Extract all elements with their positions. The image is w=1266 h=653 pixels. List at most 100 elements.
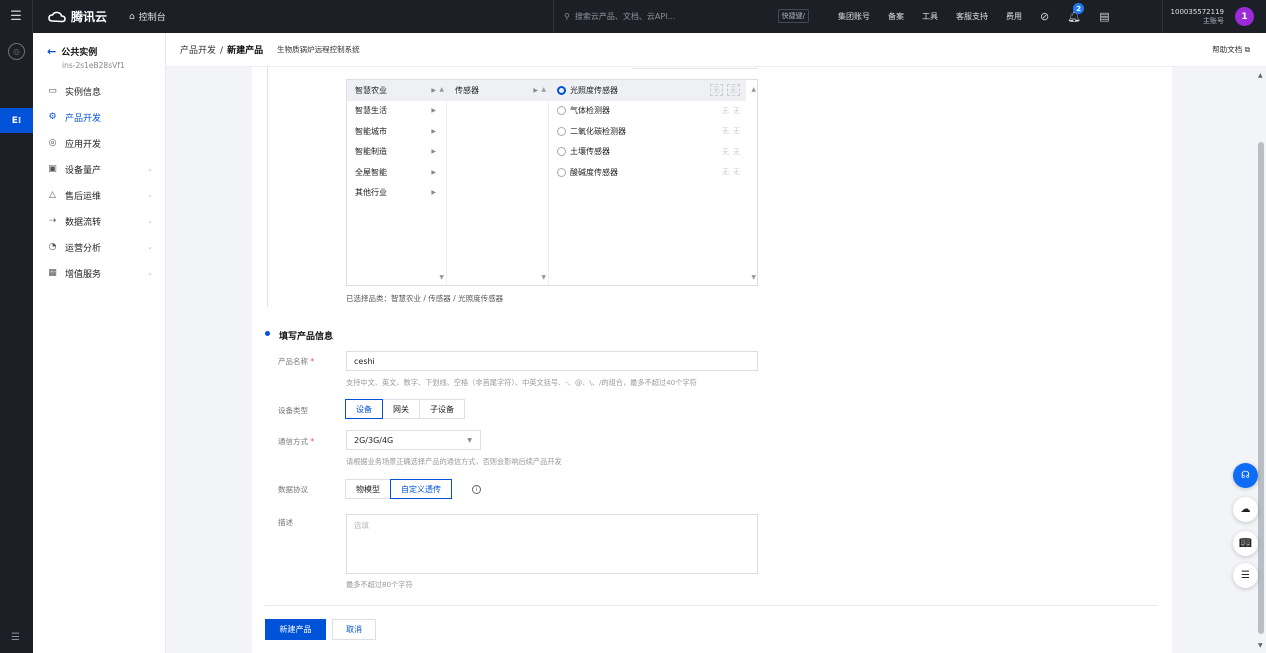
book-icon[interactable]: 📖︎ <box>1233 531 1258 556</box>
cascader-option[interactable]: 土壤传感器 无无 <box>549 142 758 163</box>
sidebar-item-label: 运营分析 <box>65 243 102 254</box>
name-label-text: 产品名称 <box>278 357 308 366</box>
sidebar-item-product-dev[interactable]: ⚙ 产品开发 <box>33 104 165 130</box>
chevron-right-icon: ▶ <box>431 148 436 156</box>
cascader-option[interactable]: 智慧生活 ▶ <box>347 101 446 122</box>
scroll-down-icon[interactable]: ▼ <box>439 274 444 281</box>
option-label: 智能城市 <box>355 126 387 136</box>
sidebar-item-instance-info[interactable]: ▭ 实例信息 <box>33 78 165 104</box>
page-header: 产品开发 / 新建产品 生物质锅炉远程控制系统 帮助文档 ⧉ <box>166 33 1266 67</box>
iot-explorer-icon[interactable]: E⁞ <box>0 108 33 133</box>
product-name-input[interactable]: ceshi <box>346 351 758 371</box>
help-doc-link[interactable]: 帮助文档 ⧉ <box>1212 44 1250 55</box>
scroll-up-icon[interactable]: ▲ <box>541 86 546 93</box>
scroll-up-icon[interactable]: ▲ <box>1258 72 1263 79</box>
protocol-thing-model[interactable]: 物模型 <box>345 479 391 499</box>
radio-icon <box>557 126 566 136</box>
sidebar-item-value-added[interactable]: ▦ 增值服务 ⌄ <box>33 260 165 286</box>
name-label: 产品名称 * <box>278 356 314 367</box>
avatar[interactable]: 1 <box>1235 7 1254 26</box>
breadcrumb-parent[interactable]: 产品开发 <box>180 46 216 56</box>
brand-logo[interactable]: 腾讯云 <box>48 8 107 25</box>
bell-icon[interactable]: 🔔︎ 2 <box>1067 3 1085 23</box>
required-mark: * <box>310 357 315 366</box>
step-line <box>267 67 268 307</box>
cascader-option[interactable]: 传感器 ▶ <box>447 80 548 101</box>
scroll-up-icon[interactable]: ▲ <box>751 86 756 93</box>
desc-hint: 最多不超过80个字符 <box>346 580 413 589</box>
billing-link[interactable]: 费用 <box>1006 11 1022 22</box>
cascader-level-3: 光照度传感器无无 气体检测器无无 二氧化碳检测器无无 土壤传感器无无 酸碱度传感… <box>549 80 758 285</box>
sidebar-item-app-dev[interactable]: ◎ 应用开发 <box>33 130 165 156</box>
tag: 无 <box>710 84 723 97</box>
cascader-option[interactable]: 智能制造 ▶ <box>347 142 446 163</box>
device-type-subdevice[interactable]: 子设备 <box>419 399 465 419</box>
chip-icon: ▣ <box>48 164 57 174</box>
customer-service-icon[interactable]: ☊ <box>1233 463 1258 488</box>
cascader-option[interactable]: 其他行业 ▶ <box>347 183 446 204</box>
account-info[interactable]: 100035572119 主账号 <box>1162 0 1224 33</box>
scrollbar-thumb[interactable] <box>1258 142 1264 634</box>
collapse-icon[interactable]: ☰ <box>11 632 20 643</box>
cancel-button[interactable]: 取消 <box>332 619 376 640</box>
console-label: 控制台 <box>138 13 166 23</box>
group-account-link[interactable]: 集团账号 <box>838 11 870 22</box>
divider <box>264 605 1158 606</box>
scroll-down-icon[interactable]: ▼ <box>541 274 546 281</box>
description-textarea[interactable]: 选填 <box>346 514 758 574</box>
create-product-button[interactable]: 新建产品 <box>265 619 326 640</box>
option-label: 智能制造 <box>355 147 387 157</box>
tools-link[interactable]: 工具 <box>922 11 938 22</box>
console-link[interactable]: ⌂ 控制台 <box>129 10 166 24</box>
device-type-device[interactable]: 设备 <box>345 399 383 419</box>
cascader-option[interactable]: 光照度传感器 无无 <box>549 80 746 101</box>
global-search[interactable]: ⚲ 搜索云产品、文档、云API... 快捷键/ <box>553 0 813 33</box>
scroll-down-icon[interactable]: ▼ <box>1258 642 1263 649</box>
cascader-option[interactable]: 气体检测器 无无 <box>549 101 758 122</box>
system-name: 生物质锅炉远程控制系统 <box>277 45 360 54</box>
message-icon[interactable]: ▤ <box>1099 10 1109 23</box>
tag: 无 <box>733 127 740 136</box>
tag: 无 <box>733 168 740 177</box>
sidebar-header: ← 公共实例 ins-2s1eB28sVf1 <box>33 33 165 78</box>
section-title: 填写产品信息 <box>279 332 334 342</box>
menu-icon[interactable]: ☰ <box>0 0 33 33</box>
cascader-option[interactable]: 酸碱度传感器 无无 <box>549 162 758 183</box>
sidebar-item-mass-production[interactable]: ▣ 设备量产 ⌄ <box>33 156 165 182</box>
option-label: 气体检测器 <box>570 106 610 116</box>
sidebar-item-label: 增值服务 <box>65 269 102 280</box>
protocol-custom[interactable]: 自定义透传 <box>390 479 452 499</box>
cloud-icon[interactable]: ☁ <box>1233 497 1258 522</box>
scroll-up-icon[interactable]: ▲ <box>439 86 444 93</box>
support-link[interactable]: 客服支持 <box>956 11 988 22</box>
name-hint: 支持中文、英文、数字、下划线、空格（非首尾字符）、中英文括号、-、@、\、/的组… <box>346 378 697 387</box>
scroll-down-icon[interactable]: ▼ <box>751 274 756 281</box>
sidebar-item-label: 数据流转 <box>65 217 102 228</box>
info-icon[interactable]: i <box>472 485 481 494</box>
cascader-option[interactable]: 全屋智能 ▶ <box>347 162 446 183</box>
cascader-option[interactable]: 二氧化碳检测器 无无 <box>549 121 758 142</box>
comm-label-text: 通信方式 <box>278 437 308 446</box>
tag: 无 <box>722 106 729 115</box>
list-icon[interactable]: ☰ <box>1233 563 1258 588</box>
compass-icon[interactable]: ⊘ <box>1040 10 1049 23</box>
page-scrollbar[interactable]: ▲ ▼ <box>1256 67 1266 653</box>
chevron-down-icon: ⌄ <box>147 191 153 199</box>
sidebar-item-label: 设备量产 <box>65 165 102 176</box>
device-type-gateway[interactable]: 网关 <box>382 399 420 419</box>
cascader-option[interactable]: 智能城市 ▶ <box>347 121 446 142</box>
comm-label: 通信方式 * <box>278 436 314 447</box>
icp-link[interactable]: 备案 <box>888 11 904 22</box>
sidebar-item-analytics[interactable]: ◔ 运营分析 ⌄ <box>33 234 165 260</box>
cascader-option[interactable]: 智慧农业 ▶ <box>347 80 446 101</box>
product-icon[interactable]: ◎ <box>8 43 25 60</box>
sidebar-item-data-flow[interactable]: ⇢ 数据流转 ⌄ <box>33 208 165 234</box>
sidebar-item-label: 售后运维 <box>65 191 102 202</box>
search-input[interactable]: 搜索云产品、文档、云API... <box>575 11 675 22</box>
back-link[interactable]: ← 公共实例 <box>47 45 165 58</box>
chevron-right-icon: ▶ <box>533 86 538 94</box>
comm-select[interactable]: 2G/3G/4G ▼ <box>346 430 481 450</box>
arrow-left-icon: ← <box>47 45 57 58</box>
sidebar-item-after-sales[interactable]: △ 售后运维 ⌄ <box>33 182 165 208</box>
option-label: 智慧生活 <box>355 106 387 116</box>
